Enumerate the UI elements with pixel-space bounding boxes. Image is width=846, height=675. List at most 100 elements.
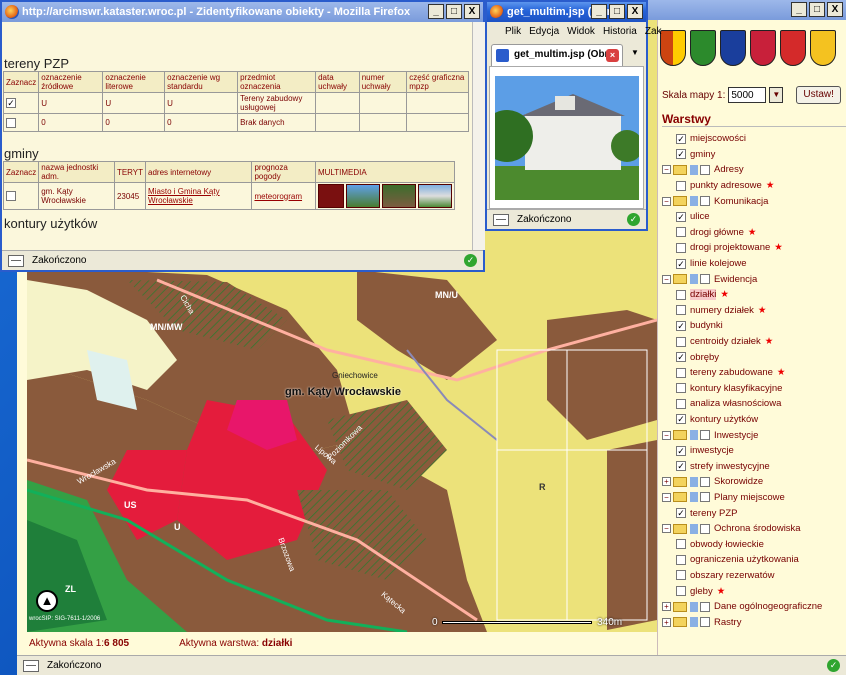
tab-close-icon[interactable]: ×: [606, 49, 619, 62]
weather-link[interactable]: meteorogram: [254, 192, 302, 201]
layer-group[interactable]: + Rastry: [662, 614, 846, 630]
layer-item[interactable]: obszary rezerwatów: [662, 568, 846, 584]
layer-item[interactable]: ✓ gminy: [662, 147, 846, 163]
layer-checkbox[interactable]: ✓: [676, 211, 686, 222]
row-checkbox[interactable]: ✓: [6, 98, 16, 108]
group-checkbox[interactable]: [700, 601, 710, 612]
layer-item[interactable]: gleby ★: [662, 583, 846, 599]
group-checkbox[interactable]: [700, 164, 710, 175]
close-button[interactable]: X: [827, 2, 843, 17]
browser-tab[interactable]: get_multim.jsp (Obr... ×: [491, 44, 623, 66]
layer-checkbox[interactable]: [676, 180, 686, 191]
layer-item[interactable]: centroidy działek ★: [662, 334, 846, 350]
layer-item[interactable]: ✓ tereny PZP: [662, 505, 846, 521]
close-button[interactable]: X: [464, 4, 480, 19]
menu-historia[interactable]: Historia: [603, 26, 637, 37]
layer-checkbox[interactable]: [676, 383, 686, 394]
layer-item[interactable]: obwody łowieckie: [662, 536, 846, 552]
expand-icon[interactable]: −: [662, 196, 671, 206]
legend-icon[interactable]: [690, 476, 698, 487]
menu-edycja[interactable]: Edycja: [529, 26, 559, 37]
maximize-button[interactable]: □: [609, 4, 625, 19]
layer-item[interactable]: ✓ inwestycje: [662, 443, 846, 459]
legend-icon[interactable]: [690, 274, 698, 285]
row-checkbox[interactable]: [6, 191, 16, 201]
layer-group[interactable]: − Adresy: [662, 162, 846, 178]
group-checkbox[interactable]: [700, 430, 710, 441]
group-checkbox[interactable]: [700, 196, 710, 207]
layer-item[interactable]: ✓ strefy inwestycyjne: [662, 458, 846, 474]
legend-icon[interactable]: [690, 492, 698, 503]
group-checkbox[interactable]: [700, 492, 710, 503]
photo-thumbnail-1[interactable]: [345, 184, 380, 208]
expand-icon[interactable]: −: [662, 492, 671, 502]
group-checkbox[interactable]: [700, 476, 710, 487]
group-checkbox[interactable]: [700, 274, 710, 285]
layer-group[interactable]: + Dane ogólnogeograficzne: [662, 599, 846, 615]
layer-item[interactable]: analiza własnościowa: [662, 396, 846, 412]
layer-checkbox[interactable]: ✓: [676, 445, 686, 456]
layer-group[interactable]: − Komunikacja: [662, 193, 846, 209]
website-link[interactable]: Miasto i Gmina Kąty Wrocławskie: [148, 187, 220, 205]
layer-checkbox[interactable]: [676, 586, 686, 597]
layer-group[interactable]: − Inwestycje: [662, 427, 846, 443]
layer-item[interactable]: działki ★: [662, 287, 846, 303]
row-checkbox[interactable]: [6, 117, 16, 128]
minimize-button[interactable]: _: [791, 2, 807, 17]
layer-item[interactable]: tereny zabudowane ★: [662, 365, 846, 381]
layer-item[interactable]: ✓ budynki: [662, 318, 846, 334]
group-checkbox[interactable]: [700, 523, 710, 534]
maximize-button[interactable]: □: [809, 2, 825, 17]
menu-widok[interactable]: Widok: [567, 26, 595, 37]
layer-group[interactable]: − Ochrona środowiska: [662, 521, 846, 537]
attributes-titlebar[interactable]: http://arcimswr.kataster.wroc.pl - Ziden…: [2, 2, 483, 22]
multimedia-titlebar[interactable]: get_multim.jsp (Obr... _ □ X: [487, 2, 646, 22]
layer-item[interactable]: numery działek ★: [662, 303, 846, 319]
layer-checkbox[interactable]: [676, 227, 686, 238]
menu-plik[interactable]: Plik: [505, 26, 521, 37]
layer-item[interactable]: ✓ kontury użytków: [662, 412, 846, 428]
layer-item[interactable]: drogi projektowane ★: [662, 240, 846, 256]
layer-checkbox[interactable]: ✓: [676, 320, 686, 331]
expand-icon[interactable]: +: [662, 477, 671, 487]
expand-icon[interactable]: +: [662, 602, 671, 612]
photo-thumbnail-2[interactable]: [381, 184, 416, 208]
expand-icon[interactable]: −: [662, 165, 671, 175]
legend-icon[interactable]: [690, 164, 698, 175]
layer-item[interactable]: ✓ ulice: [662, 209, 846, 225]
expand-icon[interactable]: +: [662, 617, 671, 627]
expand-icon[interactable]: −: [662, 524, 671, 534]
expand-icon[interactable]: −: [662, 274, 671, 284]
layer-checkbox[interactable]: ✓: [676, 352, 686, 363]
layer-group[interactable]: − Plany miejscowe: [662, 490, 846, 506]
tab-list-icon[interactable]: ▼: [631, 48, 639, 57]
layer-checkbox[interactable]: [676, 336, 686, 347]
attributes-scrollbar[interactable]: [472, 22, 485, 250]
legend-icon[interactable]: [690, 430, 698, 441]
layer-item[interactable]: ograniczenia użytkowania: [662, 552, 846, 568]
layer-checkbox[interactable]: [676, 570, 686, 581]
legend-icon[interactable]: [690, 523, 698, 534]
layer-item[interactable]: punkty adresowe ★: [662, 178, 846, 194]
layer-checkbox[interactable]: [676, 539, 686, 550]
scale-dropdown-icon[interactable]: ▼: [769, 87, 784, 103]
layer-checkbox[interactable]: [676, 305, 686, 316]
minimize-button[interactable]: _: [428, 4, 444, 19]
layer-checkbox[interactable]: [676, 554, 686, 565]
layer-item[interactable]: ✓ linie kolejowe: [662, 256, 846, 272]
maximize-button[interactable]: □: [446, 4, 462, 19]
layer-checkbox[interactable]: ✓: [676, 414, 686, 425]
legend-icon[interactable]: [690, 617, 698, 628]
minimize-button[interactable]: _: [591, 4, 607, 19]
layer-checkbox[interactable]: ✓: [676, 508, 686, 519]
legend-icon[interactable]: [690, 196, 698, 207]
layer-group[interactable]: + Skorowidze: [662, 474, 846, 490]
photo-thumbnail-3[interactable]: [417, 184, 452, 208]
layer-checkbox[interactable]: [676, 367, 686, 378]
layer-group[interactable]: − Ewidencja: [662, 271, 846, 287]
layer-item[interactable]: drogi główne ★: [662, 225, 846, 241]
layer-checkbox[interactable]: ✓: [676, 149, 686, 160]
layer-checkbox[interactable]: [676, 242, 686, 253]
layer-checkbox[interactable]: ✓: [676, 133, 686, 144]
legend-icon[interactable]: [690, 601, 698, 612]
